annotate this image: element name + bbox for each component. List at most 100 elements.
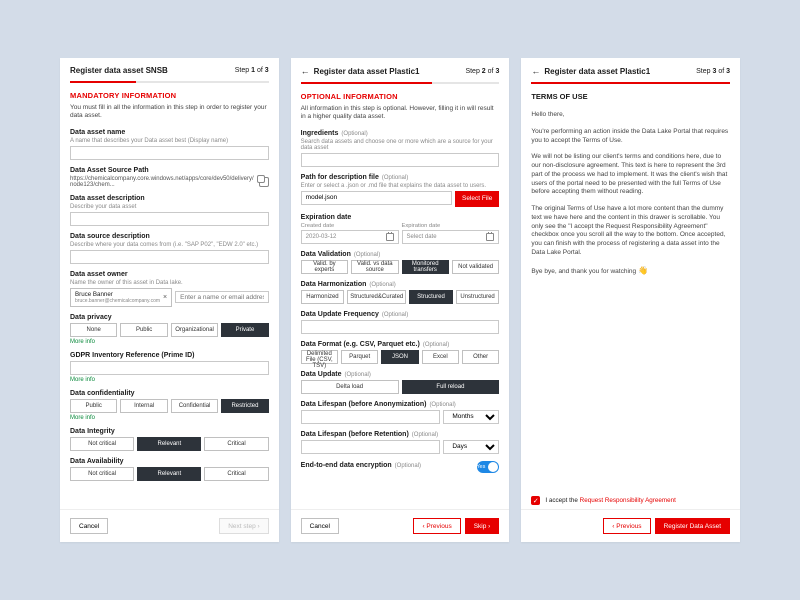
upd-delta[interactable]: Delta load <box>301 380 399 394</box>
int-relevant[interactable]: Relevant <box>137 437 201 451</box>
label-descfile: Path for description file(Optional) <box>301 174 500 181</box>
panel-header: ← Register data asset Plastic1 Step 2 of… <box>291 58 510 82</box>
int-critical[interactable]: Critical <box>204 437 268 451</box>
toggle-label: Yes <box>476 464 485 470</box>
harm-harmonized[interactable]: Harmonized <box>301 290 345 304</box>
terms-p4: Bye bye, and thank you for watching 👋 <box>531 266 730 277</box>
hint-descfile: Enter or select a .json or .md file that… <box>301 183 500 189</box>
cancel-button[interactable]: Cancel <box>301 518 339 534</box>
av-relevant[interactable]: Relevant <box>137 467 201 481</box>
val-not[interactable]: Not validated <box>452 260 499 274</box>
label-expiration: Expiration date <box>301 214 500 221</box>
fmt-parquet[interactable]: Parquet <box>341 350 378 364</box>
seg-validation: Valid. by experts Valid. vs data source … <box>301 260 500 274</box>
owner-chip: Bruce Banner bruce.banner@chemicalcompan… <box>70 288 172 307</box>
owner-chip-name: Bruce Banner <box>75 291 113 298</box>
input-life-anon[interactable] <box>301 410 441 424</box>
copy-icon[interactable] <box>259 177 269 187</box>
input-descfile[interactable] <box>301 191 452 205</box>
upd-full[interactable]: Full reload <box>402 380 500 394</box>
conf-public[interactable]: Public <box>70 399 117 413</box>
cancel-button[interactable]: Cancel <box>70 518 108 534</box>
privacy-more-info[interactable]: More info <box>70 339 95 345</box>
hint-name: A name that describes your Data asset be… <box>70 138 269 144</box>
terms-p3: The original Terms of Use have a lot mor… <box>531 205 730 258</box>
chip-remove-icon[interactable]: × <box>163 294 167 301</box>
accept-text: I accept the Request Responsibility Agre… <box>545 497 676 504</box>
register-button[interactable]: Register Data Asset <box>655 518 730 534</box>
path-text: https://chemicalcompany.core.windows.net… <box>70 176 255 188</box>
select-file-button[interactable]: Select File <box>455 191 499 207</box>
av-critical[interactable]: Critical <box>204 467 268 481</box>
skip-button[interactable]: Skip › <box>465 518 500 534</box>
previous-button[interactable]: ‹ Previous <box>413 518 460 534</box>
seg-conf: Public Internal Confidential Restricted <box>70 399 269 413</box>
progress-bar <box>301 82 500 84</box>
terms-p2: We will not be listing our client's term… <box>531 153 730 197</box>
harm-structured[interactable]: Structured <box>409 290 453 304</box>
panel-footer: ‹ Previous Register Data Asset <box>521 509 740 542</box>
panel-footer: Cancel Next step › <box>60 509 279 542</box>
seg-privacy: None Public Organizational Private <box>70 323 269 337</box>
int-notcrit[interactable]: Not critical <box>70 437 134 451</box>
fmt-json[interactable]: JSON <box>381 350 418 364</box>
val-experts[interactable]: Valid. by experts <box>301 260 348 274</box>
page-title: Register data asset SNSB <box>70 66 168 75</box>
label-encryption: End-to-end data encryption(Optional) <box>301 462 421 469</box>
conf-restricted[interactable]: Restricted <box>221 399 268 413</box>
wizard-step-2: ← Register data asset Plastic1 Step 2 of… <box>291 58 510 542</box>
next-button[interactable]: Next step › <box>219 518 268 534</box>
label-lifespan-ret: Data Lifespan (before Retention)(Optiona… <box>301 431 500 438</box>
back-arrow-icon[interactable]: ← <box>531 66 540 76</box>
select-life-anon-unit[interactable]: Months <box>443 410 499 424</box>
terms-greeting: Hello there, <box>531 111 730 120</box>
hint-ingredients: Search data assets and choose one or mor… <box>301 139 500 151</box>
input-desc[interactable] <box>70 212 269 226</box>
section-heading: TERMS OF USE <box>531 92 730 101</box>
input-life-ret[interactable] <box>301 440 441 454</box>
input-owner[interactable] <box>175 291 269 303</box>
av-notcrit[interactable]: Not critical <box>70 467 134 481</box>
fmt-excel[interactable]: Excel <box>422 350 459 364</box>
val-source[interactable]: Valid. vs data source <box>351 260 398 274</box>
label-integrity: Data Integrity <box>70 428 269 435</box>
fmt-csv[interactable]: Delimited File (CSV, TSV) <box>301 350 338 364</box>
fmt-other[interactable]: Other <box>462 350 499 364</box>
input-frequency[interactable] <box>301 320 500 334</box>
privacy-public[interactable]: Public <box>120 323 167 337</box>
back-arrow-icon[interactable]: ← <box>301 66 310 76</box>
conf-internal[interactable]: Internal <box>120 399 167 413</box>
previous-button[interactable]: ‹ Previous <box>603 518 650 534</box>
input-name[interactable] <box>70 146 269 160</box>
harm-unstructured[interactable]: Unstructured <box>456 290 500 304</box>
conf-more-info[interactable]: More info <box>70 415 95 421</box>
label-format: Data Format (e.g. CSV, Parquet etc.)(Opt… <box>301 341 500 348</box>
seg-integrity: Not critical Relevant Critical <box>70 437 269 451</box>
accept-checkbox[interactable]: ✓ <box>531 496 540 505</box>
privacy-org[interactable]: Organizational <box>171 323 218 337</box>
conf-confidential[interactable]: Confidential <box>171 399 218 413</box>
section-intro: You must fill in all the information in … <box>70 104 269 121</box>
label-conf: Data confidentiality <box>70 390 269 397</box>
seg-format: Delimited File (CSV, TSV) Parquet JSON E… <box>301 350 500 364</box>
gdpr-more-info[interactable]: More info <box>70 377 95 383</box>
section-heading: MANDATORY INFORMATION <box>70 91 269 100</box>
accept-link[interactable]: Request Responsibility Agreement <box>580 497 676 504</box>
label-privacy: Data privacy <box>70 314 269 321</box>
expiration-date-picker[interactable]: Select date <box>402 230 500 244</box>
label-desc: Data asset description <box>70 195 269 202</box>
label-owner: Data asset owner <box>70 271 269 278</box>
hint-owner: Name the owner of this asset in Data lak… <box>70 280 269 286</box>
input-src[interactable] <box>70 250 269 264</box>
select-life-ret-unit[interactable]: Days <box>443 440 499 454</box>
privacy-private[interactable]: Private <box>221 323 268 337</box>
privacy-none[interactable]: None <box>70 323 117 337</box>
label-validation: Data Validation(Optional) <box>301 251 500 258</box>
harm-curated[interactable]: Structured&Curated <box>347 290 406 304</box>
calendar-icon <box>386 233 394 241</box>
val-monitored[interactable]: Monitored transfers <box>402 260 449 274</box>
progress-bar <box>70 81 269 83</box>
wizard-step-1: Register data asset SNSB Step 1 of 3 MAN… <box>60 58 279 542</box>
input-gdpr[interactable] <box>70 361 269 375</box>
input-ingredients[interactable] <box>301 153 500 167</box>
